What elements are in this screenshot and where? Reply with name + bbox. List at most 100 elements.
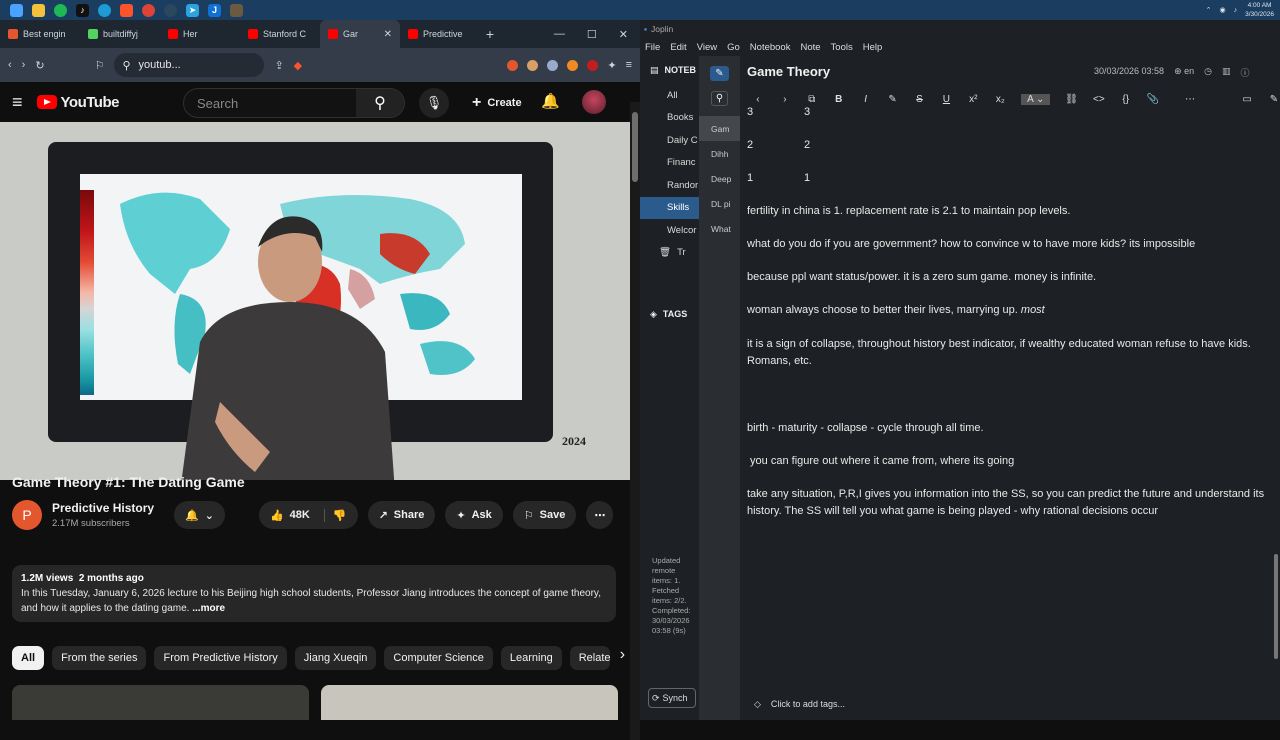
clock[interactable]: 4:00 AM 3/30/2026 (1245, 1, 1274, 19)
maximize-icon[interactable]: ☐ (587, 28, 597, 41)
file-explorer-icon[interactable] (32, 3, 45, 17)
link-icon[interactable]: ⛓ (1065, 94, 1078, 105)
external-edit-icon[interactable]: ⧉ (806, 94, 818, 105)
extension-icon[interactable] (587, 59, 599, 71)
rich-text-toggle-icon[interactable]: ✎ (1268, 94, 1280, 105)
highlight-icon[interactable]: ✎ (887, 94, 899, 105)
hamburger-menu-icon[interactable]: ≡ (12, 92, 23, 113)
alarm-icon[interactable]: ◷ (1204, 66, 1212, 79)
back-icon[interactable]: ‹ (752, 94, 764, 105)
code-icon[interactable]: <> (1093, 94, 1105, 105)
minimize-icon[interactable]: — (554, 28, 565, 41)
editor-scrollbar[interactable] (1274, 554, 1278, 659)
note-item[interactable]: DL pi (699, 191, 740, 216)
chip[interactable]: Computer Science (384, 646, 493, 670)
windows-start-icon[interactable] (10, 3, 23, 17)
notebooks-header[interactable]: ▤ NOTEB (640, 56, 699, 84)
notebook-item[interactable]: Welcor (640, 219, 699, 242)
chip-all[interactable]: All (12, 646, 45, 670)
sync-button[interactable]: ⟳ Synch (648, 688, 696, 708)
chip[interactable]: Learning (500, 646, 562, 670)
close-tab-icon[interactable]: ✕ (384, 29, 392, 40)
menu-file[interactable]: File (645, 42, 660, 53)
language-selector[interactable]: ⊕ en (1174, 66, 1194, 79)
avatar[interactable] (582, 90, 606, 114)
note-item[interactable]: Deep (699, 166, 740, 191)
info-icon[interactable]: ⓘ (1241, 66, 1250, 79)
browser-tab[interactable]: Best engin (0, 20, 80, 48)
note-item-game-theory[interactable]: Gam (699, 116, 740, 141)
brave-icon[interactable] (120, 3, 133, 17)
notebook-item[interactable]: Daily C (640, 129, 699, 152)
italic-icon[interactable]: I (860, 94, 872, 105)
app-icon[interactable] (230, 3, 243, 17)
notebook-item[interactable]: Financ (640, 152, 699, 175)
description-box[interactable]: 1.2M views 2 months ago In this Tuesday,… (12, 565, 616, 622)
subscribe-bell-button[interactable]: 🔔 ⌄ (174, 501, 225, 529)
bold-icon[interactable]: B (833, 94, 845, 105)
strikethrough-icon[interactable]: S (914, 94, 926, 105)
spotify-icon[interactable] (54, 3, 67, 17)
menu-note[interactable]: Note (800, 42, 820, 53)
menu-view[interactable]: View (697, 42, 717, 53)
subscript-icon[interactable]: x₂ (994, 94, 1006, 105)
notebook-item[interactable]: Randor (640, 174, 699, 197)
close-window-icon[interactable]: ✕ (619, 28, 628, 41)
tiktok-icon[interactable]: ♪ (76, 3, 89, 17)
tags-header[interactable]: ◈ TAGS (640, 304, 699, 324)
note-item[interactable]: Dihh (699, 141, 740, 166)
note-item[interactable]: What (699, 216, 740, 241)
forward-icon[interactable]: › (779, 94, 791, 105)
layout-icon[interactable]: ▥ (1222, 66, 1231, 79)
tag-bar[interactable]: ◇ Click to add tags... (754, 699, 845, 710)
ask-button[interactable]: ✦ Ask (445, 501, 503, 529)
puzzle-icon[interactable]: ✦ (607, 59, 616, 72)
chip[interactable]: Relate (569, 646, 610, 670)
bookmark-icon[interactable]: ⚐ (95, 59, 105, 72)
superscript-icon[interactable]: x² (967, 94, 979, 105)
note-title[interactable]: Game Theory (747, 64, 830, 79)
menu-edit[interactable]: Edit (670, 42, 686, 53)
volume-icon[interactable]: ♪ (1234, 7, 1238, 14)
thumbs-down-icon[interactable]: 👎 (323, 508, 347, 522)
attach-icon[interactable]: 📎 (1147, 94, 1159, 105)
browser-tab[interactable]: builtdiffyj (80, 20, 160, 48)
browser-tab[interactable]: Stanford C (240, 20, 320, 48)
menu-notebook[interactable]: Notebook (750, 42, 791, 53)
joplin-icon[interactable]: J (208, 3, 221, 17)
telegram-icon[interactable]: ➤ (186, 3, 199, 17)
notebook-all[interactable]: All (640, 84, 699, 107)
browser-tab[interactable]: Predictive (400, 20, 480, 48)
code-block-icon[interactable]: {} (1120, 94, 1132, 105)
channel-name[interactable]: Predictive History (52, 501, 154, 515)
brave-shield-icon[interactable]: ◆ (294, 59, 302, 72)
chip[interactable]: Jiang Xueqin (294, 646, 377, 670)
extension-icon[interactable] (507, 59, 519, 71)
chip[interactable]: From the series (52, 646, 147, 670)
menu-help[interactable]: Help (863, 42, 883, 53)
save-button[interactable]: ⚐ Save (512, 501, 577, 529)
new-note-icon[interactable]: ✎ (710, 66, 729, 81)
reload-icon[interactable]: ↻ (35, 59, 44, 72)
browser-tab[interactable]: Her (160, 20, 240, 48)
like-button[interactable]: 👍 48K 👎 (258, 501, 358, 529)
chip-next-icon[interactable]: › (620, 646, 625, 670)
menu-icon[interactable]: ≡ (626, 59, 632, 71)
extension-icon[interactable] (527, 59, 539, 71)
site-info-icon[interactable]: ⚲ (122, 59, 130, 72)
markdown-toggle-icon[interactable]: ▭ (1241, 94, 1253, 105)
youtube-logo[interactable]: YouTube (36, 94, 119, 111)
chip[interactable]: From Predictive History (154, 646, 287, 670)
chrome-icon[interactable] (142, 3, 155, 17)
notebook-item[interactable]: Books (640, 107, 699, 130)
video-player[interactable]: 2024 (0, 122, 630, 480)
video-thumbnail[interactable] (12, 685, 309, 720)
trash-item[interactable]: 🗑 Tr (640, 242, 699, 265)
share-button[interactable]: ↗ Share (367, 501, 436, 529)
voice-search-button[interactable]: 🎙 (419, 88, 449, 118)
notebook-item-skills[interactable]: Skills (640, 196, 699, 219)
extension-icon[interactable] (547, 59, 559, 71)
new-tab-icon[interactable]: + (480, 26, 500, 42)
edge-icon[interactable] (98, 3, 111, 17)
underline-icon[interactable]: U (940, 94, 952, 105)
